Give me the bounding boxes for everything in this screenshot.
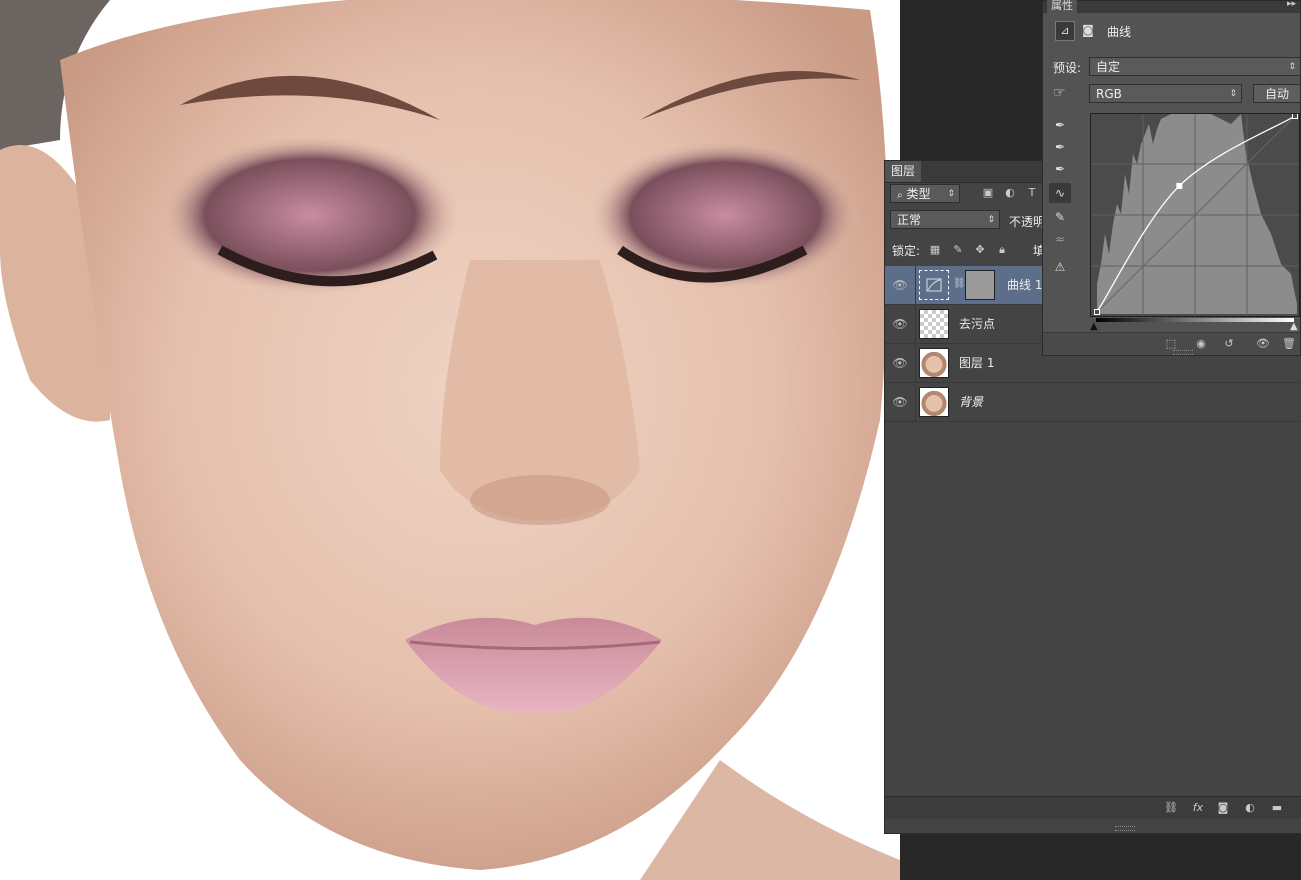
mask-link-icon[interactable]: ⛓︎: [953, 278, 966, 289]
stepper-icon: ⇕: [1288, 62, 1296, 72]
preset-label: 预设:: [1053, 61, 1082, 75]
channel-value: RGB: [1096, 87, 1122, 101]
image-canvas[interactable]: [0, 0, 900, 880]
white-input-slider-icon[interactable]: ▲: [1290, 321, 1298, 332]
layer-mask-thumbnail[interactable]: [965, 270, 995, 300]
filter-type-select[interactable]: ⌕ 类型 ⇕: [890, 184, 960, 203]
visibility-eye-icon[interactable]: 👁︎: [885, 383, 916, 421]
auto-button[interactable]: 自动: [1253, 84, 1301, 103]
input-gradient-bar: [1096, 318, 1294, 322]
visibility-eye-icon[interactable]: 👁︎: [885, 344, 916, 382]
preset-select[interactable]: 自定 ⇕: [1089, 57, 1301, 76]
pixel-filter-icon[interactable]: ▣: [981, 186, 995, 200]
lock-position-icon[interactable]: ✥: [973, 243, 987, 257]
properties-bottom-toolbar: ⬚ ◉ ↺ 👁︎ 🗑︎: [1043, 332, 1300, 355]
black-input-slider-icon[interactable]: ▲: [1090, 321, 1098, 332]
transparent-layer-thumbnail: [919, 309, 949, 339]
properties-tabbar: 属性 ▸▸: [1043, 0, 1300, 13]
link-layers-icon[interactable]: ⛓︎: [1163, 800, 1179, 816]
channel-select[interactable]: RGB ⇕: [1089, 84, 1242, 103]
curve-control-point[interactable]: [1292, 113, 1298, 119]
preset-value: 自定: [1096, 60, 1121, 74]
layer-name[interactable]: 背景: [959, 383, 983, 421]
layer-name[interactable]: 去污点: [959, 305, 995, 343]
opacity-label: 不透明: [1009, 215, 1046, 229]
stepper-icon: ⇕: [947, 189, 955, 199]
curve-control-point[interactable]: [1176, 182, 1183, 189]
white-point-eyedropper-icon[interactable]: ✒: [1049, 159, 1071, 179]
photo-layer-thumbnail: [919, 348, 949, 378]
tab-properties[interactable]: 属性: [1047, 0, 1077, 13]
layer-name[interactable]: 曲线 1: [1007, 266, 1042, 304]
new-group-icon[interactable]: ▬: [1269, 800, 1285, 816]
search-icon: ⌕: [897, 190, 903, 201]
new-adjustment-icon[interactable]: ◐: [1242, 800, 1258, 816]
pencil-icon[interactable]: ✎: [1049, 207, 1071, 227]
text-filter-icon[interactable]: T: [1025, 186, 1039, 200]
blend-mode-value: 正常: [897, 213, 922, 227]
view-previous-state-icon[interactable]: ◉: [1193, 336, 1209, 352]
gray-point-eyedropper-icon[interactable]: ✒: [1049, 137, 1071, 157]
black-point-eyedropper-icon[interactable]: ✒: [1049, 115, 1071, 135]
lock-transparency-icon[interactable]: ▦: [928, 243, 942, 257]
adjustment-filter-icon[interactable]: ◐: [1003, 186, 1017, 200]
stepper-icon: ⇕: [987, 215, 995, 225]
resize-grip[interactable]: [1115, 826, 1135, 831]
curves-adjustment-icon[interactable]: ⊿: [1055, 21, 1075, 41]
layer-row-background[interactable]: 👁︎ 背景: [885, 383, 1301, 422]
lock-all-icon[interactable]: 🔒︎: [995, 243, 1009, 257]
layers-bottom-toolbar: ⛓︎ fx ◙ ◐ ▬: [885, 796, 1301, 819]
mask-icon[interactable]: ◙: [1079, 21, 1097, 39]
toggle-visibility-icon[interactable]: 👁︎: [1255, 336, 1271, 352]
lock-label: 锁定:: [892, 244, 921, 258]
add-mask-icon[interactable]: ◙: [1215, 800, 1231, 816]
photo-layer-thumbnail: [919, 387, 949, 417]
clipping-warning-icon[interactable]: ⚠: [1049, 257, 1071, 277]
curves-adjustment-thumbnail: [919, 270, 949, 300]
curves-plot[interactable]: [1091, 113, 1299, 316]
tab-layers[interactable]: 图层: [885, 161, 922, 182]
curve-control-point[interactable]: [1094, 309, 1100, 315]
properties-title: 曲线: [1107, 25, 1132, 39]
smooth-icon[interactable]: ≈: [1049, 229, 1071, 249]
targeted-adjustment-icon[interactable]: ☞: [1053, 85, 1066, 101]
blend-mode-select[interactable]: 正常 ⇕: [890, 210, 1000, 229]
reset-icon[interactable]: ↺: [1221, 336, 1237, 352]
lock-paint-icon[interactable]: ✎: [951, 243, 965, 257]
layer-name[interactable]: 图层 1: [959, 344, 994, 382]
curve-edit-icon[interactable]: ∿: [1049, 183, 1071, 203]
portrait-image: [0, 0, 900, 880]
curves-graph[interactable]: [1090, 113, 1300, 317]
visibility-eye-icon[interactable]: 👁︎: [885, 266, 916, 304]
stepper-icon: ⇕: [1229, 89, 1237, 99]
delete-icon[interactable]: 🗑︎: [1281, 336, 1297, 352]
visibility-eye-icon[interactable]: 👁︎: [885, 305, 916, 343]
resize-grip[interactable]: [1173, 350, 1193, 355]
collapse-icon[interactable]: ▸▸: [1287, 0, 1296, 9]
filter-type-value: 类型: [906, 187, 931, 201]
fx-icon[interactable]: fx: [1190, 800, 1206, 816]
